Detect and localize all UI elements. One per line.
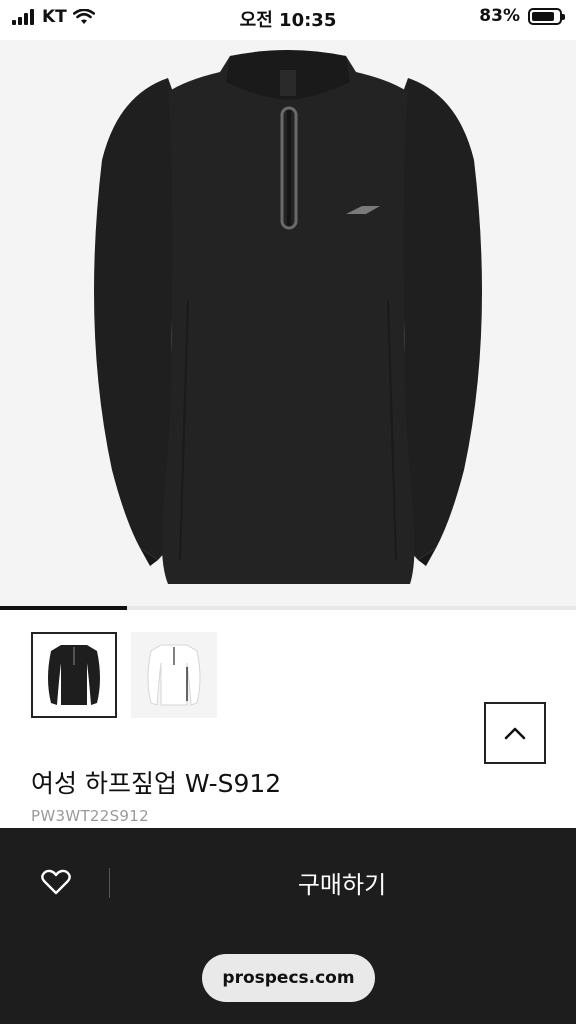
- product-title: 여성 하프짚업 W-S912: [31, 769, 282, 798]
- thumbnail-white[interactable]: [131, 632, 217, 718]
- status-bar: KT 오전 10:35 83%: [0, 0, 576, 40]
- chevron-up-icon: [504, 727, 526, 740]
- action-divider: [109, 868, 110, 898]
- buy-button[interactable]: 구매하기: [112, 854, 572, 910]
- thumbnail-list: [31, 632, 217, 718]
- browser-url-bar[interactable]: prospecs.com: [202, 954, 375, 1002]
- battery-level: [532, 11, 554, 21]
- heart-icon: [41, 869, 71, 895]
- gallery-progress-fill: [0, 606, 127, 610]
- shirt-thumbnail-white: [147, 644, 201, 706]
- wishlist-button[interactable]: [36, 864, 76, 900]
- battery-percent: 83%: [479, 6, 520, 26]
- scroll-top-button[interactable]: [484, 702, 546, 764]
- shirt-thumbnail-black: [48, 645, 100, 705]
- thumbnail-black[interactable]: [31, 632, 117, 718]
- shirt-illustration: [94, 50, 482, 584]
- gallery-progress-bar: [0, 606, 576, 610]
- product-code: PW3WT22S912: [31, 807, 149, 825]
- product-image[interactable]: [0, 40, 576, 606]
- battery-icon: [528, 7, 565, 25]
- bottom-action-bar: 구매하기 prospecs.com: [0, 828, 576, 1024]
- status-right: 83%: [479, 6, 565, 26]
